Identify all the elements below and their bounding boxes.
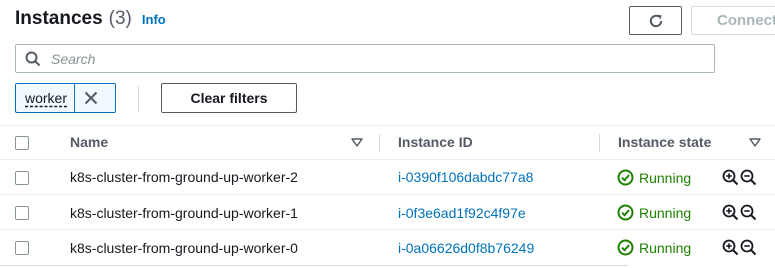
connect-button[interactable]: Connect xyxy=(691,6,775,35)
row-checkbox[interactable] xyxy=(15,206,29,220)
table-row[interactable]: k8s-cluster-from-ground-up-worker-0 i-0a… xyxy=(0,229,775,264)
instance-name: k8s-cluster-from-ground-up-worker-1 xyxy=(70,205,298,221)
zoom-in-icon[interactable] xyxy=(722,169,739,186)
filter-token[interactable]: worker xyxy=(15,83,116,113)
zoom-controls xyxy=(722,169,757,186)
instance-id-link[interactable]: i-0390f106dabdc77a8 xyxy=(398,169,533,185)
status-check-icon xyxy=(617,204,634,221)
remove-filter-button[interactable] xyxy=(74,84,107,112)
column-header-name[interactable]: Name xyxy=(70,126,108,159)
zoom-controls xyxy=(722,239,757,256)
instance-id-link[interactable]: i-0a06626d0f8b76249 xyxy=(398,240,534,256)
column-header-instance-state[interactable]: Instance state xyxy=(618,126,711,159)
instance-id-link[interactable]: i-0f3e6ad1f92c4f97e xyxy=(398,205,526,221)
zoom-out-icon[interactable] xyxy=(740,169,757,186)
toolbar-divider xyxy=(138,86,139,112)
column-separator[interactable] xyxy=(379,134,380,152)
page-title: Instances xyxy=(15,8,103,29)
refresh-icon xyxy=(649,14,662,27)
instance-count: (3) xyxy=(108,8,132,29)
instance-state: Running xyxy=(617,169,691,186)
close-icon xyxy=(84,91,98,105)
select-all-checkbox[interactable] xyxy=(15,136,29,150)
status-check-icon xyxy=(617,169,634,186)
state-label: Running xyxy=(639,239,692,256)
table-row[interactable]: k8s-cluster-from-ground-up-worker-1 i-0f… xyxy=(0,194,775,229)
instance-name: k8s-cluster-from-ground-up-worker-0 xyxy=(70,240,298,256)
state-label: Running xyxy=(639,169,692,186)
search-placeholder: Search xyxy=(51,50,96,67)
info-link[interactable]: Info xyxy=(142,12,166,27)
zoom-controls xyxy=(722,204,757,221)
column-header-instance-id[interactable]: Instance ID xyxy=(398,126,473,159)
sort-caret-icon[interactable] xyxy=(351,138,363,147)
filter-token-label: worker xyxy=(25,90,68,106)
search-input[interactable]: Search xyxy=(15,44,715,73)
search-icon xyxy=(25,51,41,67)
instance-state: Running xyxy=(617,204,691,221)
refresh-button[interactable] xyxy=(629,6,682,35)
instance-name: k8s-cluster-from-ground-up-worker-2 xyxy=(70,169,298,185)
state-label: Running xyxy=(639,204,692,221)
status-check-icon xyxy=(617,239,634,256)
sort-caret-icon[interactable] xyxy=(749,138,761,147)
table-row[interactable]: k8s-cluster-from-ground-up-worker-2 i-03… xyxy=(0,159,775,194)
column-separator[interactable] xyxy=(599,134,600,152)
instance-state: Running xyxy=(617,239,691,256)
zoom-out-icon[interactable] xyxy=(740,239,757,256)
zoom-out-icon[interactable] xyxy=(740,204,757,221)
page-header: Instances (3) Info xyxy=(15,8,166,34)
clear-filters-button[interactable]: Clear filters xyxy=(161,83,297,113)
zoom-in-icon[interactable] xyxy=(722,204,739,221)
zoom-in-icon[interactable] xyxy=(722,239,739,256)
row-checkbox[interactable] xyxy=(15,171,29,185)
table-bottom-border xyxy=(0,265,628,266)
row-checkbox[interactable] xyxy=(15,241,29,255)
